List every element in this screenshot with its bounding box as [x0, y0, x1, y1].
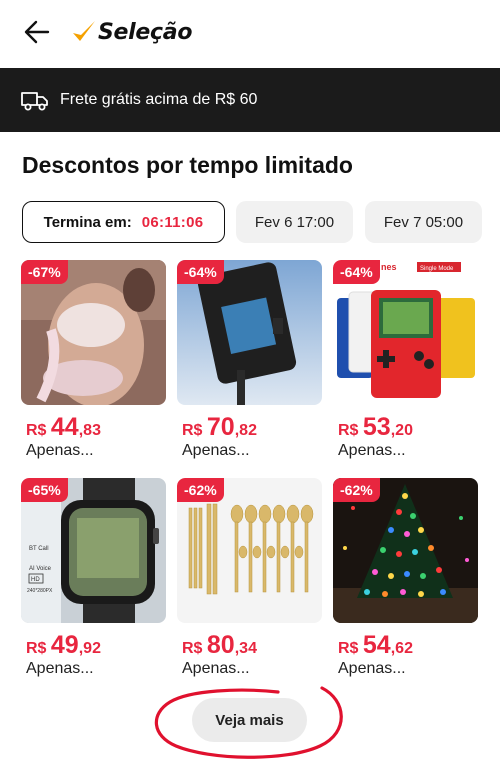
product-subtitle: Apenas... [26, 442, 94, 459]
product-price: R$ 49,92 [26, 631, 101, 659]
product-subtitle: Apenas... [338, 442, 406, 459]
svg-text:240*280PX: 240*280PX [27, 588, 53, 594]
tab-ends-in[interactable]: Termina em: 06:11:06 [22, 201, 225, 243]
product-image-game-console: nes Single Mode -64% [333, 260, 478, 405]
product-subtitle: Apenas... [182, 660, 250, 677]
brand: Seleção [72, 14, 192, 50]
shipping-text: Frete grátis acima de R$ 60 [60, 91, 258, 108]
svg-text:AI Voice: AI Voice [29, 566, 52, 572]
section-title: Descontos por tempo limitado [22, 152, 353, 178]
back-button[interactable] [20, 14, 56, 50]
product-image-led-lights: -62% [333, 478, 478, 623]
svg-text:HD: HD [31, 577, 40, 583]
discount-badge: -65% [21, 478, 68, 502]
product-price: R$ 80,34 [182, 631, 257, 659]
product-subtitle: Apenas... [338, 660, 406, 677]
svg-text:Single Mode: Single Mode [420, 266, 454, 272]
tab-fev-6[interactable]: Fev 6 17:00 [236, 201, 353, 243]
svg-text:nes: nes [381, 262, 397, 272]
product-price: R$ 70,82 [182, 413, 257, 441]
product-card[interactable]: BT Call AI Voice HD 240*280PX -65% R$ 49… [21, 478, 166, 683]
top-bar: Seleção [0, 0, 500, 68]
truck-icon [21, 92, 48, 111]
product-card[interactable]: -62% R$ 80,34 Apenas... [177, 478, 322, 683]
product-image-lingerie: -67% [21, 260, 166, 405]
svg-text:BT Call: BT Call [29, 546, 49, 552]
shipping-banner: Frete grátis acima de R$ 60 [0, 68, 500, 132]
product-price: R$ 44,83 [26, 413, 101, 441]
discount-badge: -62% [177, 478, 224, 502]
arrow-left-icon [24, 20, 50, 44]
discount-badge: -64% [177, 260, 224, 284]
product-price: R$ 54,62 [338, 631, 413, 659]
discount-badge: -67% [21, 260, 68, 284]
product-image-smartwatch: BT Call AI Voice HD 240*280PX -65% [21, 478, 166, 623]
tab-fev-7[interactable]: Fev 7 05:00 [365, 201, 482, 243]
discount-badge: -64% [333, 260, 380, 284]
product-subtitle: Apenas... [182, 442, 250, 459]
product-price: R$ 53,20 [338, 413, 413, 441]
discount-badge: -62% [333, 478, 380, 502]
countdown-timer: 06:11:06 [141, 213, 204, 231]
product-image-phone-mount: -64% [177, 260, 322, 405]
product-card[interactable]: nes Single Mode -64% R$ 53,20 Apenas... [333, 260, 478, 465]
product-card[interactable]: -64% R$ 70,82 Apenas... [177, 260, 322, 465]
page-title: Seleção [98, 19, 193, 45]
product-card[interactable]: -67% R$ 44,83 Apenas... [21, 260, 166, 465]
check-logo-icon [73, 21, 95, 41]
product-subtitle: Apenas... [26, 660, 94, 677]
see-more-button[interactable]: Veja mais [192, 698, 307, 742]
tab-ends-in-label: Termina em: [43, 213, 132, 231]
product-image-cutlery-set: -62% [177, 478, 322, 623]
product-card[interactable]: -62% R$ 54,62 Apenas... [333, 478, 478, 683]
